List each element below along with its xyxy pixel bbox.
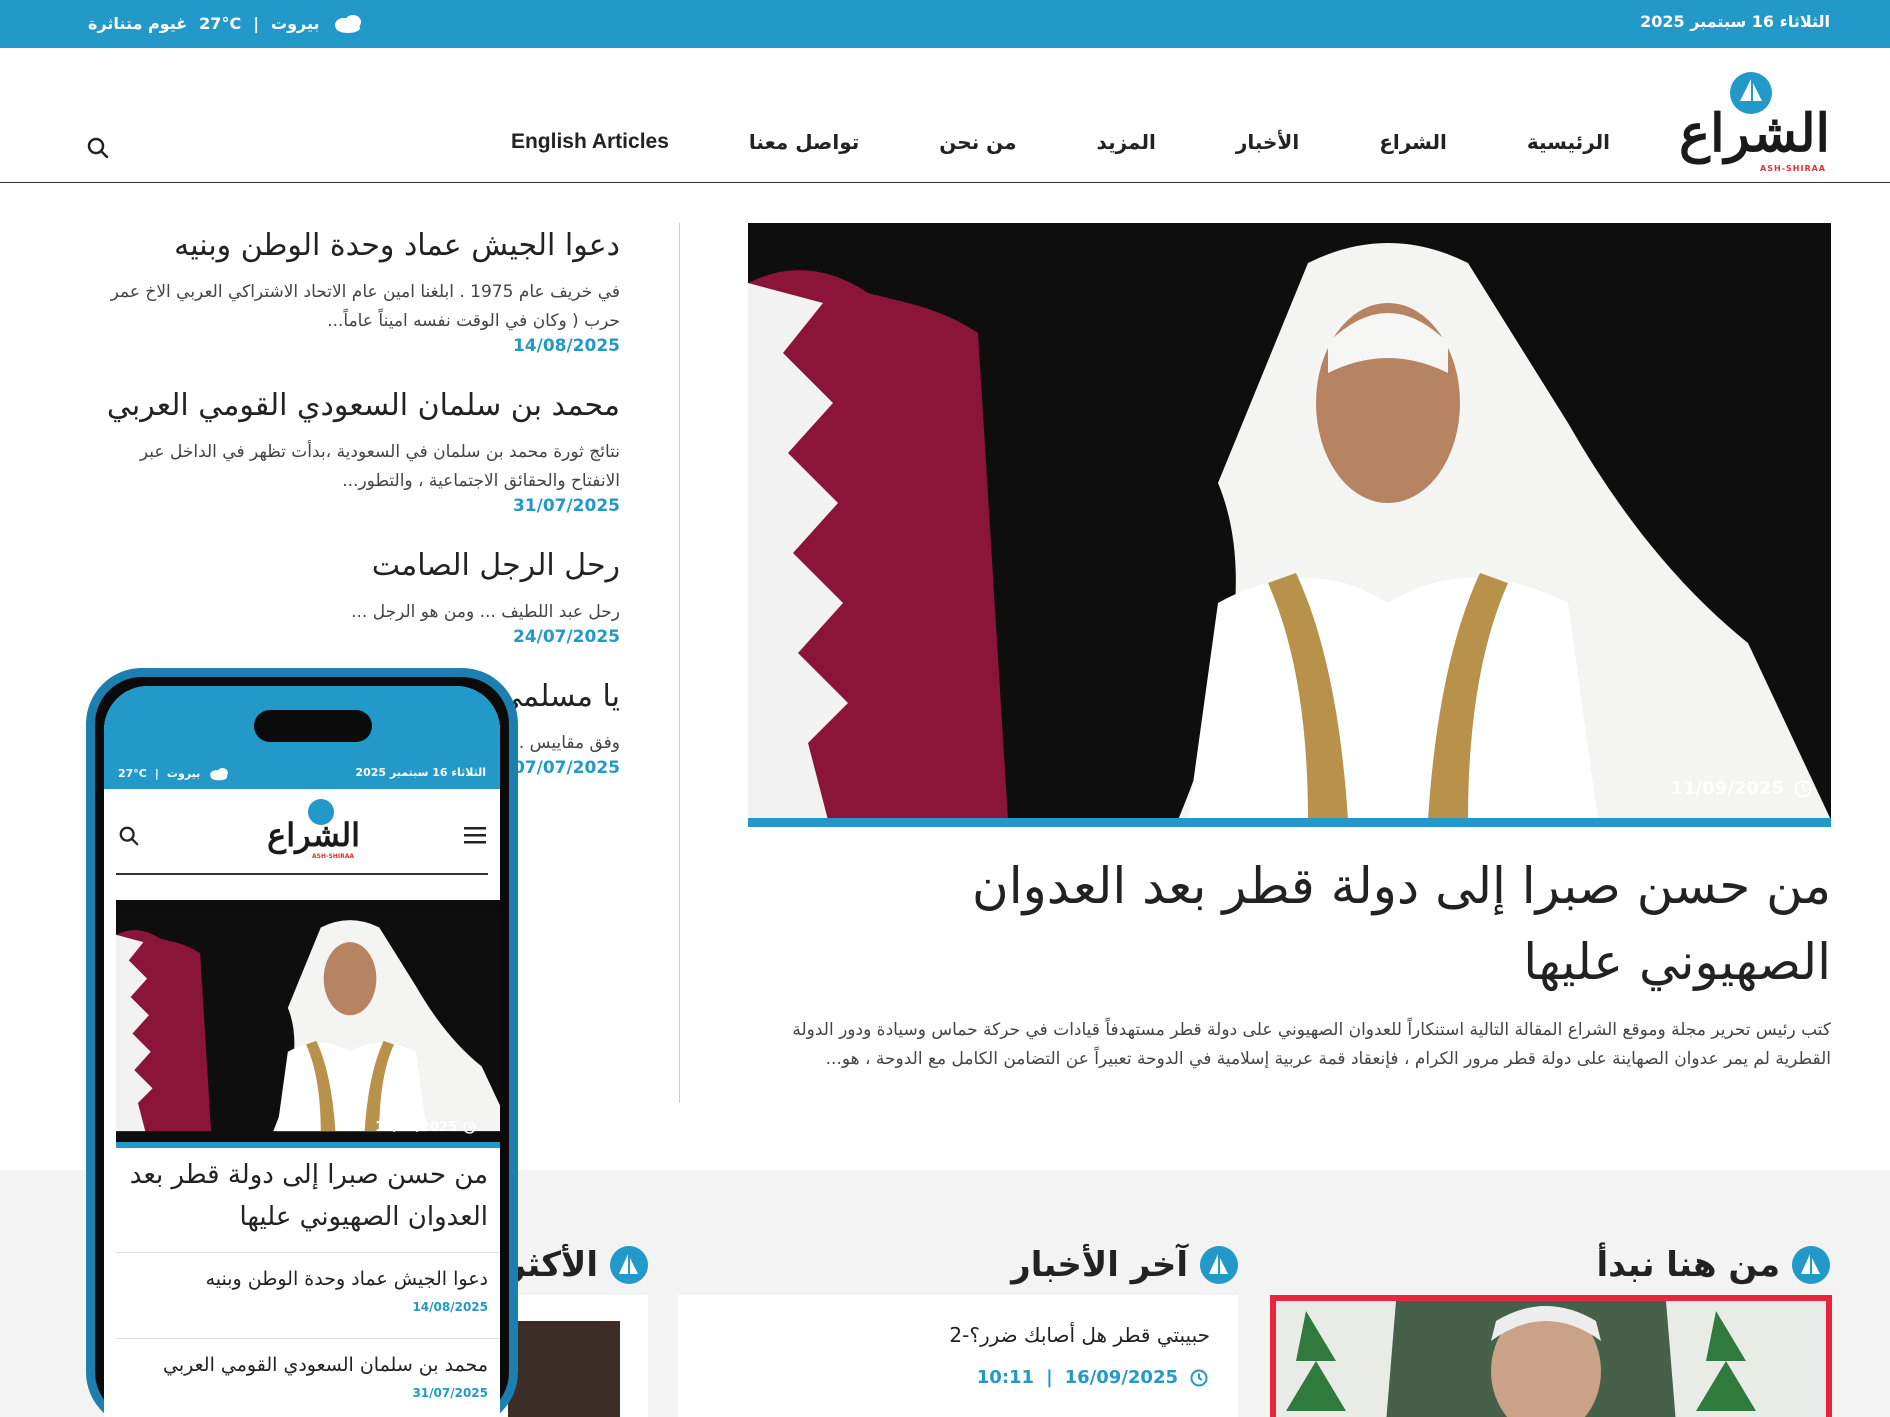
most-read-photo — [508, 1321, 620, 1417]
phone-temperature: 27°C — [118, 767, 147, 780]
site-logo[interactable]: الشراع ASH-SHIRAA — [1670, 72, 1830, 176]
logo-wordmark: الشراع — [267, 816, 360, 854]
article-excerpt: نتائج ثورة محمد بن سلمان في السعودية ،بد… — [139, 442, 620, 491]
top-bar: الثلاثاء 16 سبتمبر 2025 غيوم متناثرة 27°… — [0, 0, 1890, 48]
nav-about[interactable]: من نحن — [939, 130, 1016, 154]
weather-temperature: 27°C — [199, 13, 242, 33]
article-date: 14/08/2025 — [412, 1300, 488, 1314]
clock-icon — [1190, 1369, 1208, 1386]
article-excerpt: رحل عبد اللطيف ... ومن هو الرجل ... — [351, 602, 620, 622]
nav-ashshiraa[interactable]: الشراع — [1379, 130, 1447, 154]
site-header: الشراع ASH-SHIRAA الرئيسية الشراع الأخبا… — [0, 48, 1890, 183]
news-date: 16/09/2025 — [1064, 1367, 1178, 1388]
section-heading-most-read[interactable]: الأكثر — [506, 1245, 648, 1285]
start-here-photo — [1276, 1301, 1826, 1417]
start-here-card[interactable] — [1270, 1295, 1832, 1417]
hero-title[interactable]: من حسن صبرا إلى دولة قطر بعد العدوان الص… — [931, 848, 1831, 1000]
latest-news-card[interactable]: حبيبتي قطر هل أصابك ضرر؟-2 16/09/2025 | … — [678, 1295, 1238, 1417]
article-title[interactable]: رحل الرجل الصامت — [95, 542, 620, 590]
article-title[interactable]: دعوا الجيش عماد وحدة الوطن وبنيه — [95, 222, 620, 270]
weather-widget: غيوم متناثرة 27°C | بيروت — [88, 12, 364, 34]
section-title: من هنا نبدأ — [1596, 1245, 1780, 1285]
hero-photo — [748, 223, 1831, 820]
phone-weather: 27°C | بيروت — [118, 766, 230, 781]
phone-header-line — [116, 873, 488, 875]
list-item[interactable]: محمد بن سلمان السعودي القومي العربي 31/0… — [104, 1354, 488, 1400]
clock-icon — [1794, 780, 1812, 797]
news-meta: 16/09/2025 | 10:11 — [977, 1367, 1208, 1388]
cloud-icon — [210, 768, 229, 781]
section-heading-latest-news[interactable]: آخر الأخبار — [1011, 1245, 1238, 1285]
sail-icon — [610, 1246, 648, 1284]
clock-icon — [463, 1121, 476, 1134]
list-item[interactable]: دعوا الجيش عماد وحدة الوطن وبنيه 14/08/2… — [104, 1268, 488, 1314]
search-icon[interactable] — [118, 825, 140, 847]
hero-accent-bar — [748, 818, 1831, 827]
phone-screen: الثلاثاء 16 سبتمبر 2025 27°C | بيروت الش… — [104, 686, 500, 1417]
phone-mockup: الثلاثاء 16 سبتمبر 2025 27°C | بيروت الش… — [86, 668, 518, 1417]
article-date: 31/07/2025 — [412, 1386, 488, 1400]
phone-hero-date: 11/09/2025 — [375, 1120, 476, 1135]
phone-city: بيروت — [166, 767, 201, 780]
meta-separator: | — [1046, 1367, 1053, 1388]
sail-icon — [1792, 1246, 1830, 1284]
hero-date: 11/09/2025 — [1671, 778, 1812, 799]
nav-news[interactable]: الأخبار — [1236, 130, 1299, 154]
list-item[interactable]: دعوا الجيش عماد وحدة الوطن وبنيه في خريف… — [95, 222, 620, 356]
nav-home[interactable]: الرئيسية — [1527, 130, 1610, 154]
article-date: 14/08/2025 — [512, 336, 620, 356]
weather-city: بيروت — [271, 13, 320, 33]
hero-excerpt: كتب رئيس تحرير مجلة وموقع الشراع المقالة… — [792, 1020, 1831, 1069]
search-icon[interactable] — [86, 136, 110, 160]
weather-condition: غيوم متناثرة — [88, 13, 188, 33]
phone-hero-title[interactable]: من حسن صبرا إلى دولة قطر بعد العدوان الص… — [104, 1154, 488, 1238]
nav-more[interactable]: المزيد — [1097, 130, 1156, 154]
main-nav: الرئيسية الشراع الأخبار المزيد من نحن تو… — [431, 130, 1610, 154]
hero-date-text: 11/09/2025 — [1670, 778, 1784, 799]
section-title: آخر الأخبار — [1011, 1245, 1188, 1285]
article-date: 24/07/2025 — [512, 627, 620, 647]
phone-hero-image[interactable] — [116, 900, 500, 1144]
phone-notch — [254, 710, 372, 742]
article-excerpt: في خريف عام 1975 . ابلغنا امين عام الاتح… — [110, 282, 620, 331]
phone-header: الشراع ASH-SHIRAA — [104, 789, 500, 882]
news-title[interactable]: حبيبتي قطر هل أصابك ضرر؟-2 — [949, 1323, 1210, 1347]
list-item[interactable]: محمد بن سلمان السعودي القومي العربي نتائ… — [95, 382, 620, 516]
cloud-icon — [334, 15, 361, 33]
list-item[interactable]: رحل الرجل الصامت رحل عبد اللطيف ... ومن … — [95, 542, 620, 647]
column-divider — [679, 223, 680, 1103]
article-title[interactable]: محمد بن سلمان السعودي القومي العربي — [95, 382, 620, 430]
nav-contact[interactable]: تواصل معنا — [749, 130, 859, 154]
weather-separator: | — [154, 767, 159, 780]
phone-date: الثلاثاء 16 سبتمبر 2025 — [355, 766, 486, 779]
sail-icon — [1200, 1246, 1238, 1284]
phone-divider — [116, 1338, 500, 1339]
logo-subtitle: ASH-SHIRAA — [1760, 164, 1826, 173]
phone-hero-photo — [116, 912, 500, 1132]
phone-hero-date-text: 11/09/2025 — [375, 1120, 457, 1135]
nav-english-articles[interactable]: English Articles — [511, 130, 669, 154]
news-time: 10:11 — [976, 1367, 1035, 1388]
article-date: 31/07/2025 — [512, 496, 620, 516]
article-title[interactable]: محمد بن سلمان السعودي القومي العربي — [104, 1354, 488, 1376]
article-title[interactable]: دعوا الجيش عماد وحدة الوطن وبنيه — [104, 1268, 488, 1290]
logo-wordmark: الشراع — [1679, 103, 1830, 164]
weather-separator: | — [253, 13, 260, 33]
phone-hero-accent-bar — [116, 1142, 500, 1148]
section-heading-start-here[interactable]: من هنا نبدأ — [1597, 1245, 1830, 1285]
section-title: الأكثر — [506, 1245, 598, 1285]
phone-logo[interactable]: الشراع ASH-SHIRAA — [264, 799, 364, 863]
phone-divider — [116, 1252, 500, 1253]
logo-subtitle: ASH-SHIRAA — [312, 853, 354, 860]
current-date: الثلاثاء 16 سبتمبر 2025 — [1640, 12, 1830, 31]
hero-image[interactable] — [748, 223, 1831, 820]
hamburger-menu-icon[interactable] — [464, 825, 486, 845]
